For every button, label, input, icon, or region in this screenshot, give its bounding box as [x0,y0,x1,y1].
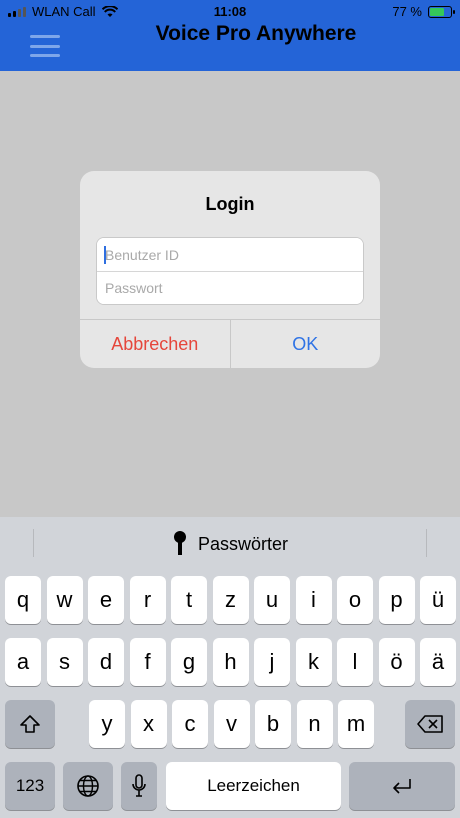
battery-icon [428,5,455,18]
login-dialog: Login Abbrechen OK [80,171,380,368]
key-j[interactable]: j [254,638,290,686]
status-right: 77 % [392,4,455,19]
key-i[interactable]: i [295,576,332,624]
backspace-key[interactable] [405,700,455,748]
microphone-key[interactable] [121,762,157,810]
key-ü[interactable]: ü [420,576,456,624]
password-field[interactable] [97,271,363,304]
key-n[interactable]: n [296,700,333,748]
key-d[interactable]: d [88,638,124,686]
key-icon [172,531,188,557]
key-s[interactable]: s [46,638,83,686]
suggestion-divider [426,529,427,557]
dialog-buttons: Abbrechen OK [80,319,380,368]
ok-button[interactable]: OK [231,320,381,368]
key-y[interactable]: y [89,700,125,748]
clock: 11:08 [213,4,247,19]
key-x[interactable]: x [130,700,167,748]
passwords-suggestion[interactable]: Passwörter [0,531,460,557]
key-f[interactable]: f [129,638,166,686]
keyboard-row-4: 123 Leerzeichen [0,762,460,810]
login-fields [96,237,364,305]
microphone-icon [132,774,146,797]
key-a[interactable]: a [5,638,41,686]
battery-percent: 77 % [392,4,422,19]
key-r[interactable]: r [129,576,166,624]
keyboard-row-1: qwertzuiopü [0,576,460,624]
backspace-icon [417,715,443,733]
key-h[interactable]: h [212,638,249,686]
key-c[interactable]: c [172,700,208,748]
key-ä[interactable]: ä [420,638,456,686]
key-ö[interactable]: ö [378,638,415,686]
key-u[interactable]: u [254,576,290,624]
globe-icon [77,775,99,797]
globe-key[interactable] [63,762,113,810]
key-z[interactable]: z [212,576,249,624]
key-v[interactable]: v [213,700,250,748]
key-g[interactable]: g [171,638,207,686]
key-b[interactable]: b [255,700,291,748]
shift-key[interactable] [5,700,55,748]
app-header: WLAN Call 11:08 77 % Voice Pro Anywhere [0,0,460,71]
keyboard-row-3: yxcvbnm [0,700,460,748]
key-w[interactable]: w [46,576,83,624]
key-o[interactable]: o [337,576,373,624]
key-k[interactable]: k [295,638,332,686]
shift-icon [20,715,40,733]
key-t[interactable]: t [171,576,207,624]
key-m[interactable]: m [338,700,374,748]
app-title: Voice Pro Anywhere [155,22,357,45]
passwords-label: Passwörter [197,533,289,554]
numbers-key[interactable]: 123 [5,762,55,810]
cancel-button[interactable]: Abbrechen [80,320,231,368]
status-bar: WLAN Call 11:08 77 % [0,0,460,24]
space-key[interactable]: Leerzeichen [166,762,341,810]
suggestion-bar: Passwörter [0,517,460,569]
key-l[interactable]: l [337,638,373,686]
dialog-title: Login [205,194,255,214]
user-id-field[interactable] [97,238,363,271]
key-q[interactable]: q [5,576,41,624]
key-p[interactable]: p [378,576,415,624]
text-caret [104,246,106,264]
keyboard-row-2: asdfghjklöä [0,638,460,686]
return-icon [393,779,411,794]
return-key[interactable] [349,762,455,810]
keyboard: Passwörter qwertzuiopü asdfghjklöä yxcvb… [0,517,460,818]
key-e[interactable]: e [88,576,124,624]
